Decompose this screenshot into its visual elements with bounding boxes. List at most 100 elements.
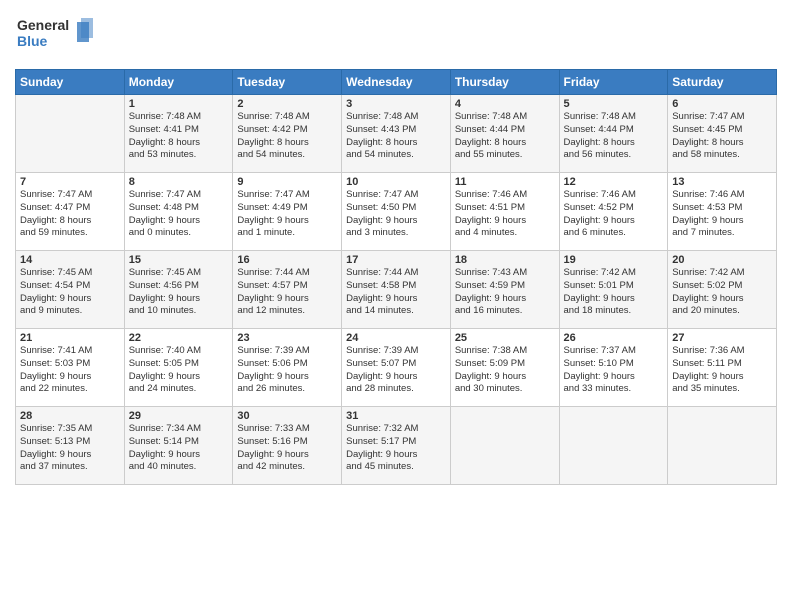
calendar-header-row: SundayMondayTuesdayWednesdayThursdayFrid… <box>16 70 777 95</box>
calendar-week-row: 21Sunrise: 7:41 AM Sunset: 5:03 PM Dayli… <box>16 329 777 407</box>
day-number: 16 <box>237 254 337 266</box>
day-number: 1 <box>129 98 229 110</box>
calendar-week-row: 1Sunrise: 7:48 AM Sunset: 4:41 PM Daylig… <box>16 95 777 173</box>
calendar-cell: 17Sunrise: 7:44 AM Sunset: 4:58 PM Dayli… <box>342 251 451 329</box>
header-cell-sunday: Sunday <box>16 70 125 95</box>
calendar-cell: 2Sunrise: 7:48 AM Sunset: 4:42 PM Daylig… <box>233 95 342 173</box>
day-info: Sunrise: 7:47 AM Sunset: 4:47 PM Dayligh… <box>20 189 120 240</box>
logo-icon: General Blue <box>15 14 95 56</box>
calendar-cell: 11Sunrise: 7:46 AM Sunset: 4:51 PM Dayli… <box>450 173 559 251</box>
calendar-cell: 15Sunrise: 7:45 AM Sunset: 4:56 PM Dayli… <box>124 251 233 329</box>
header: General Blue <box>15 10 777 61</box>
calendar-cell: 22Sunrise: 7:40 AM Sunset: 5:05 PM Dayli… <box>124 329 233 407</box>
calendar-week-row: 14Sunrise: 7:45 AM Sunset: 4:54 PM Dayli… <box>16 251 777 329</box>
day-number: 2 <box>237 98 337 110</box>
day-number: 25 <box>455 332 555 344</box>
day-info: Sunrise: 7:36 AM Sunset: 5:11 PM Dayligh… <box>672 345 772 396</box>
calendar-cell: 5Sunrise: 7:48 AM Sunset: 4:44 PM Daylig… <box>559 95 668 173</box>
day-info: Sunrise: 7:40 AM Sunset: 5:05 PM Dayligh… <box>129 345 229 396</box>
day-number: 19 <box>564 254 664 266</box>
day-number: 10 <box>346 176 446 188</box>
calendar-cell: 8Sunrise: 7:47 AM Sunset: 4:48 PM Daylig… <box>124 173 233 251</box>
day-info: Sunrise: 7:48 AM Sunset: 4:44 PM Dayligh… <box>455 111 555 162</box>
day-info: Sunrise: 7:35 AM Sunset: 5:13 PM Dayligh… <box>20 423 120 474</box>
day-info: Sunrise: 7:32 AM Sunset: 5:17 PM Dayligh… <box>346 423 446 474</box>
svg-text:Blue: Blue <box>17 33 48 49</box>
calendar-cell: 24Sunrise: 7:39 AM Sunset: 5:07 PM Dayli… <box>342 329 451 407</box>
calendar-cell: 6Sunrise: 7:47 AM Sunset: 4:45 PM Daylig… <box>668 95 777 173</box>
day-info: Sunrise: 7:48 AM Sunset: 4:42 PM Dayligh… <box>237 111 337 162</box>
day-info: Sunrise: 7:44 AM Sunset: 4:58 PM Dayligh… <box>346 267 446 318</box>
calendar-cell: 26Sunrise: 7:37 AM Sunset: 5:10 PM Dayli… <box>559 329 668 407</box>
day-info: Sunrise: 7:47 AM Sunset: 4:49 PM Dayligh… <box>237 189 337 240</box>
day-info: Sunrise: 7:33 AM Sunset: 5:16 PM Dayligh… <box>237 423 337 474</box>
day-info: Sunrise: 7:42 AM Sunset: 5:01 PM Dayligh… <box>564 267 664 318</box>
calendar-cell: 16Sunrise: 7:44 AM Sunset: 4:57 PM Dayli… <box>233 251 342 329</box>
calendar-cell: 1Sunrise: 7:48 AM Sunset: 4:41 PM Daylig… <box>124 95 233 173</box>
day-number: 12 <box>564 176 664 188</box>
calendar-cell: 19Sunrise: 7:42 AM Sunset: 5:01 PM Dayli… <box>559 251 668 329</box>
header-cell-monday: Monday <box>124 70 233 95</box>
day-number: 26 <box>564 332 664 344</box>
day-number: 3 <box>346 98 446 110</box>
day-info: Sunrise: 7:46 AM Sunset: 4:52 PM Dayligh… <box>564 189 664 240</box>
day-info: Sunrise: 7:41 AM Sunset: 5:03 PM Dayligh… <box>20 345 120 396</box>
day-info: Sunrise: 7:48 AM Sunset: 4:41 PM Dayligh… <box>129 111 229 162</box>
day-number: 29 <box>129 410 229 422</box>
calendar-cell: 23Sunrise: 7:39 AM Sunset: 5:06 PM Dayli… <box>233 329 342 407</box>
calendar-cell: 28Sunrise: 7:35 AM Sunset: 5:13 PM Dayli… <box>16 407 125 485</box>
logo: General Blue <box>15 14 95 61</box>
calendar-cell: 13Sunrise: 7:46 AM Sunset: 4:53 PM Dayli… <box>668 173 777 251</box>
day-number: 9 <box>237 176 337 188</box>
calendar-cell: 7Sunrise: 7:47 AM Sunset: 4:47 PM Daylig… <box>16 173 125 251</box>
calendar-cell: 25Sunrise: 7:38 AM Sunset: 5:09 PM Dayli… <box>450 329 559 407</box>
day-info: Sunrise: 7:48 AM Sunset: 4:43 PM Dayligh… <box>346 111 446 162</box>
header-cell-saturday: Saturday <box>668 70 777 95</box>
calendar-cell: 3Sunrise: 7:48 AM Sunset: 4:43 PM Daylig… <box>342 95 451 173</box>
day-number: 14 <box>20 254 120 266</box>
day-number: 18 <box>455 254 555 266</box>
day-number: 30 <box>237 410 337 422</box>
calendar-cell: 18Sunrise: 7:43 AM Sunset: 4:59 PM Dayli… <box>450 251 559 329</box>
day-number: 24 <box>346 332 446 344</box>
calendar-cell: 9Sunrise: 7:47 AM Sunset: 4:49 PM Daylig… <box>233 173 342 251</box>
day-info: Sunrise: 7:43 AM Sunset: 4:59 PM Dayligh… <box>455 267 555 318</box>
calendar-cell: 29Sunrise: 7:34 AM Sunset: 5:14 PM Dayli… <box>124 407 233 485</box>
day-info: Sunrise: 7:39 AM Sunset: 5:07 PM Dayligh… <box>346 345 446 396</box>
day-number: 27 <box>672 332 772 344</box>
day-info: Sunrise: 7:34 AM Sunset: 5:14 PM Dayligh… <box>129 423 229 474</box>
calendar-cell: 30Sunrise: 7:33 AM Sunset: 5:16 PM Dayli… <box>233 407 342 485</box>
calendar-cell: 14Sunrise: 7:45 AM Sunset: 4:54 PM Dayli… <box>16 251 125 329</box>
day-number: 8 <box>129 176 229 188</box>
day-number: 23 <box>237 332 337 344</box>
day-info: Sunrise: 7:37 AM Sunset: 5:10 PM Dayligh… <box>564 345 664 396</box>
day-number: 7 <box>20 176 120 188</box>
calendar-week-row: 7Sunrise: 7:47 AM Sunset: 4:47 PM Daylig… <box>16 173 777 251</box>
day-info: Sunrise: 7:46 AM Sunset: 4:51 PM Dayligh… <box>455 189 555 240</box>
calendar-cell <box>450 407 559 485</box>
day-info: Sunrise: 7:42 AM Sunset: 5:02 PM Dayligh… <box>672 267 772 318</box>
calendar-cell <box>668 407 777 485</box>
day-number: 6 <box>672 98 772 110</box>
day-number: 13 <box>672 176 772 188</box>
header-cell-friday: Friday <box>559 70 668 95</box>
svg-text:General: General <box>17 17 69 33</box>
day-info: Sunrise: 7:48 AM Sunset: 4:44 PM Dayligh… <box>564 111 664 162</box>
page-container: General Blue SundayMondayTuesdayWednesda… <box>0 0 792 495</box>
day-info: Sunrise: 7:47 AM Sunset: 4:48 PM Dayligh… <box>129 189 229 240</box>
header-cell-thursday: Thursday <box>450 70 559 95</box>
day-number: 31 <box>346 410 446 422</box>
day-number: 22 <box>129 332 229 344</box>
day-info: Sunrise: 7:45 AM Sunset: 4:56 PM Dayligh… <box>129 267 229 318</box>
day-info: Sunrise: 7:38 AM Sunset: 5:09 PM Dayligh… <box>455 345 555 396</box>
calendar-cell <box>16 95 125 173</box>
calendar-cell: 21Sunrise: 7:41 AM Sunset: 5:03 PM Dayli… <box>16 329 125 407</box>
day-info: Sunrise: 7:46 AM Sunset: 4:53 PM Dayligh… <box>672 189 772 240</box>
day-number: 17 <box>346 254 446 266</box>
calendar-table: SundayMondayTuesdayWednesdayThursdayFrid… <box>15 69 777 485</box>
day-number: 5 <box>564 98 664 110</box>
day-info: Sunrise: 7:44 AM Sunset: 4:57 PM Dayligh… <box>237 267 337 318</box>
day-number: 20 <box>672 254 772 266</box>
calendar-cell: 12Sunrise: 7:46 AM Sunset: 4:52 PM Dayli… <box>559 173 668 251</box>
calendar-cell <box>559 407 668 485</box>
